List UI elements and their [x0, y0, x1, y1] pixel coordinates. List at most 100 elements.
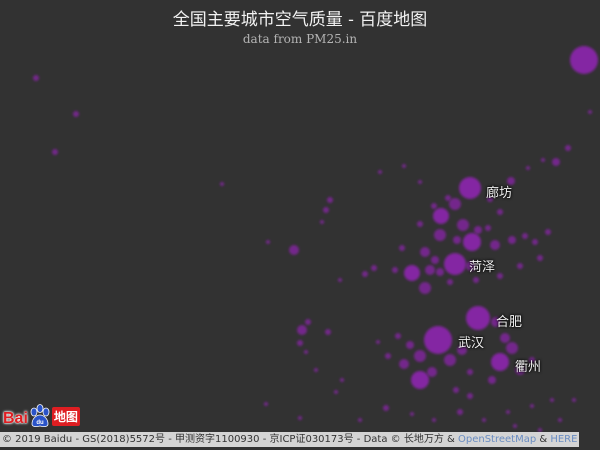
- map-copyright: © 2019 Baidu - GS(2018)5572号 - 甲测资字11009…: [0, 432, 580, 447]
- city-marker[interactable]: [482, 418, 486, 422]
- city-marker[interactable]: [457, 219, 469, 231]
- city-marker[interactable]: [298, 416, 302, 420]
- city-marker[interactable]: [220, 182, 224, 186]
- city-marker[interactable]: [436, 268, 444, 276]
- map-canvas[interactable]: 全国主要城市空气质量 - 百度地图 data from PM25.in 廊坊 菏…: [0, 0, 600, 450]
- city-marker[interactable]: [399, 359, 409, 369]
- city-marker[interactable]: [323, 207, 329, 213]
- city-marker[interactable]: [420, 247, 430, 257]
- city-marker[interactable]: [334, 390, 338, 394]
- city-marker[interactable]: [402, 164, 406, 168]
- city-marker[interactable]: [383, 405, 389, 411]
- city-marker[interactable]: [406, 341, 414, 349]
- city-marker[interactable]: [552, 158, 560, 166]
- city-marker[interactable]: [378, 170, 382, 174]
- city-marker[interactable]: [410, 412, 414, 416]
- map-subtitle: data from PM25.in: [242, 32, 358, 46]
- city-marker[interactable]: [419, 282, 431, 294]
- city-marker[interactable]: [445, 195, 451, 201]
- city-marker[interactable]: [427, 367, 437, 377]
- city-marker[interactable]: [376, 340, 380, 344]
- city-marker[interactable]: [432, 418, 436, 422]
- city-marker[interactable]: [404, 265, 420, 281]
- city-marker[interactable]: [537, 255, 543, 261]
- city-marker[interactable]: [570, 46, 598, 74]
- city-marker[interactable]: [550, 398, 554, 402]
- city-marker[interactable]: [320, 220, 324, 224]
- city-marker[interactable]: [327, 197, 333, 203]
- city-marker[interactable]: [532, 239, 538, 245]
- city-marker[interactable]: [508, 236, 516, 244]
- city-marker[interactable]: [497, 273, 503, 279]
- city-marker[interactable]: [558, 418, 562, 422]
- city-marker[interactable]: [449, 198, 461, 210]
- city-marker[interactable]: [565, 145, 571, 151]
- city-marker[interactable]: [392, 267, 398, 273]
- city-marker[interactable]: [506, 410, 510, 414]
- city-marker[interactable]: [473, 277, 479, 283]
- city-marker[interactable]: [485, 225, 491, 231]
- city-marker[interactable]: [453, 387, 459, 393]
- city-marker[interactable]: [338, 278, 342, 282]
- city-marker[interactable]: [297, 325, 307, 335]
- city-marker[interactable]: [385, 353, 391, 359]
- city-marker[interactable]: [491, 353, 509, 371]
- city-marker[interactable]: [33, 75, 39, 81]
- city-marker[interactable]: [453, 236, 461, 244]
- city-marker[interactable]: [358, 418, 362, 422]
- city-marker[interactable]: [500, 333, 510, 343]
- city-marker[interactable]: [466, 306, 490, 330]
- city-marker[interactable]: [463, 233, 481, 251]
- city-marker[interactable]: [588, 110, 592, 114]
- city-marker[interactable]: [526, 166, 530, 170]
- city-marker[interactable]: [474, 226, 482, 234]
- city-marker[interactable]: [506, 342, 518, 354]
- city-marker[interactable]: [73, 111, 79, 117]
- city-marker[interactable]: [411, 371, 429, 389]
- city-marker[interactable]: [418, 180, 422, 184]
- city-marker[interactable]: [488, 376, 496, 384]
- city-marker[interactable]: [467, 393, 473, 399]
- city-marker[interactable]: [52, 149, 58, 155]
- city-marker[interactable]: [340, 378, 344, 382]
- city-marker[interactable]: [522, 233, 528, 239]
- city-marker[interactable]: [457, 409, 463, 415]
- city-marker[interactable]: [431, 256, 439, 264]
- city-marker[interactable]: [425, 265, 435, 275]
- city-marker[interactable]: [444, 253, 466, 275]
- city-marker[interactable]: [467, 369, 473, 375]
- city-marker[interactable]: [431, 203, 437, 209]
- city-marker[interactable]: [444, 354, 456, 366]
- city-marker[interactable]: [289, 245, 299, 255]
- city-marker[interactable]: [434, 229, 446, 241]
- city-marker[interactable]: [305, 319, 311, 325]
- city-marker[interactable]: [490, 240, 500, 250]
- city-marker[interactable]: [545, 229, 551, 235]
- baidu-logo[interactable]: Bai du 地图: [3, 402, 80, 428]
- city-marker[interactable]: [395, 333, 401, 339]
- city-marker[interactable]: [459, 177, 481, 199]
- city-marker[interactable]: [497, 209, 503, 215]
- city-marker[interactable]: [433, 208, 449, 224]
- here-link[interactable]: HERE: [550, 434, 577, 445]
- city-marker[interactable]: [297, 340, 303, 346]
- city-marker[interactable]: [414, 350, 426, 362]
- city-marker[interactable]: [264, 402, 268, 406]
- city-marker[interactable]: [371, 265, 377, 271]
- city-marker[interactable]: [541, 158, 545, 162]
- city-marker[interactable]: [424, 326, 452, 354]
- city-marker[interactable]: [530, 404, 534, 408]
- city-marker[interactable]: [517, 263, 523, 269]
- city-marker[interactable]: [362, 271, 368, 277]
- city-marker[interactable]: [572, 398, 576, 402]
- city-label-heze: 菏泽: [469, 260, 496, 275]
- city-marker[interactable]: [417, 221, 423, 227]
- city-marker[interactable]: [399, 245, 405, 251]
- city-marker[interactable]: [304, 350, 308, 354]
- city-marker[interactable]: [513, 424, 517, 428]
- city-marker[interactable]: [325, 329, 331, 335]
- city-marker[interactable]: [266, 240, 270, 244]
- city-marker[interactable]: [447, 279, 453, 285]
- openstreetmap-link[interactable]: OpenStreetMap: [458, 434, 536, 445]
- city-marker[interactable]: [314, 368, 318, 372]
